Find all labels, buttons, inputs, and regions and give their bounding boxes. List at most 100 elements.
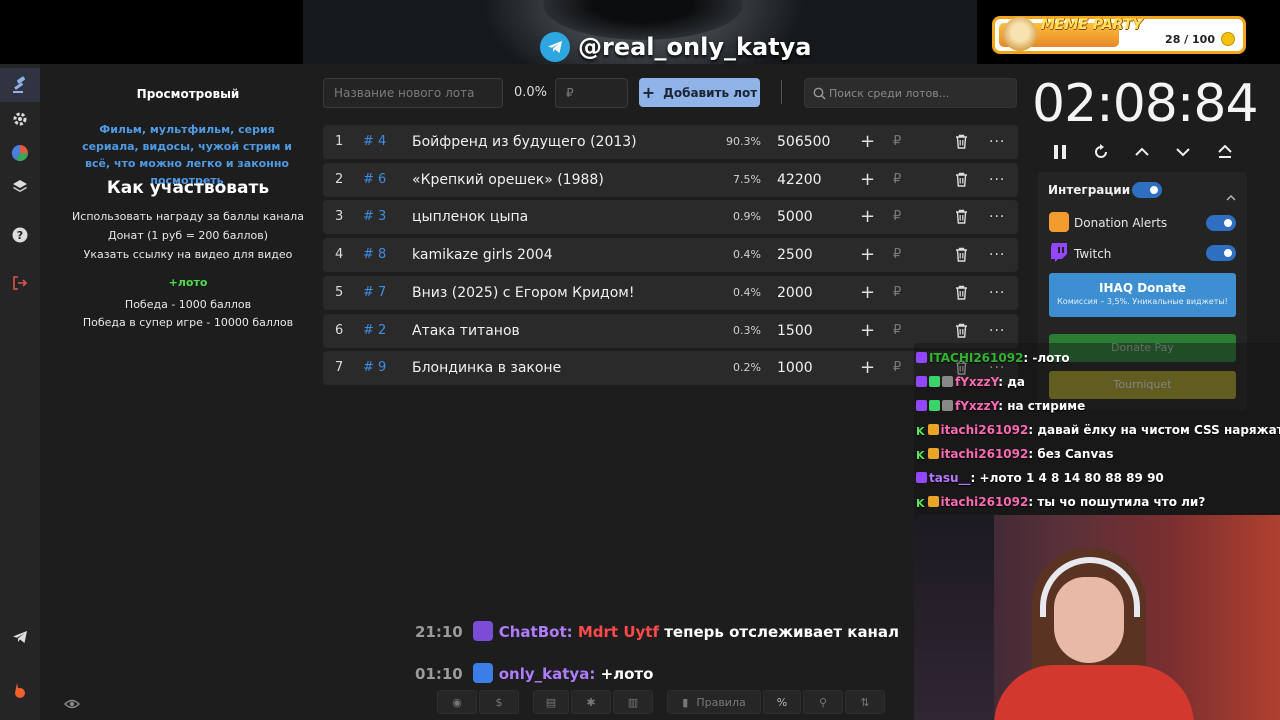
auction-timer: 02:08:84 (1032, 74, 1259, 134)
lot-name[interactable]: kamikaze girls 2004 (412, 238, 553, 272)
lot-index: 1 (335, 134, 344, 149)
percent-button[interactable]: % (763, 690, 801, 714)
lot-name[interactable]: Вниз (2025) с Егором Кридом! (412, 276, 634, 310)
rules-panel: Просмотровый Фильм, мультфильм, серия се… (40, 64, 322, 720)
more-icon[interactable]: ··· (989, 163, 1005, 197)
lot-index: 4 (335, 247, 344, 263)
app-root: @real_only_katya MEME PARTY 28 / 100 ? П… (0, 0, 1280, 720)
reset-icon[interactable] (1089, 140, 1113, 164)
lot-amount-input[interactable]: ₽ (893, 125, 901, 159)
search-input[interactable] (829, 79, 1015, 107)
new-lot-name-input[interactable] (323, 78, 503, 108)
meme-party-widget: MEME PARTY 28 / 100 (992, 16, 1246, 54)
lot-name[interactable]: «Крепкий орешек» (1988) (412, 163, 604, 197)
help-icon[interactable]: ? (0, 218, 40, 252)
add-amount-button[interactable]: + (860, 351, 875, 385)
more-icon[interactable]: ··· (989, 125, 1005, 159)
auction-icon[interactable] (0, 68, 40, 102)
rules-way-1: Использовать награду за баллы канала (72, 210, 304, 223)
delete-icon[interactable] (955, 323, 968, 339)
lot-percent: 0.9% (733, 210, 761, 224)
layers-icon[interactable] (0, 170, 40, 204)
lot-row[interactable]: 4 # 8 kamikaze girls 2004 0.4% 2500 + ₽ ··· (323, 238, 1018, 273)
lot-amount: 2500 (777, 247, 813, 264)
twitch-icon (1049, 242, 1069, 262)
user-message: 01:10 only_katya: +лото (415, 662, 653, 686)
donation-alerts-toggle[interactable] (1206, 215, 1236, 231)
save-icon[interactable]: ▤ (533, 690, 569, 714)
double-up-icon[interactable] (1213, 140, 1237, 164)
telegram-rail-icon[interactable] (0, 620, 40, 654)
sort-icon[interactable]: ⇅ (845, 690, 885, 714)
collapse-icon[interactable] (1226, 186, 1236, 205)
add-amount-button[interactable]: + (860, 238, 875, 272)
webcam-feed (914, 515, 1280, 720)
delete-icon[interactable] (955, 285, 968, 301)
lot-index: 2 (335, 171, 344, 187)
rules-button[interactable]: ▮ Правила (667, 690, 761, 714)
add-amount-button[interactable]: + (860, 125, 875, 159)
lot-search[interactable] (804, 78, 1017, 108)
eye-icon[interactable] (63, 695, 81, 714)
chevron-up-icon[interactable] (1130, 140, 1154, 164)
lot-amount-input[interactable]: ₽ (893, 314, 901, 348)
lot-name[interactable]: Блондинка в законе (412, 351, 561, 385)
lot-amount: 506500 (777, 134, 831, 150)
lot-row[interactable]: 1 # 4 Бойфренд из будущего (2013) 90.3% 5065… (323, 125, 1018, 159)
lot-name[interactable]: цыпленок цыпа (412, 200, 528, 234)
delete-icon[interactable] (955, 172, 968, 188)
lot-amount-input[interactable]: ₽ (893, 276, 901, 310)
github-icon[interactable]: ◉ (437, 690, 477, 714)
lot-row[interactable]: 3 # 3 цыпленок цыпа 0.9% 5000 + ₽ ··· (323, 200, 1018, 235)
lot-row[interactable]: 2 # 6 «Крепкий орешек» (1988) 7.5% 42200 + ₽ ··… (323, 162, 1018, 197)
stream-top-banner: @real_only_katya MEME PARTY 28 / 100 (0, 0, 1280, 64)
bug-icon[interactable]: ✱ (571, 690, 611, 714)
more-icon[interactable]: ··· (989, 276, 1005, 310)
add-amount-button[interactable]: + (860, 314, 875, 348)
integrations-toggle[interactable] (1132, 182, 1162, 198)
new-lot-percent: 0.0% (514, 85, 548, 100)
lot-name[interactable]: Бойфренд из будущего (2013) (412, 125, 637, 159)
settings-icon[interactable] (0, 102, 40, 136)
dollar-icon[interactable]: $ (479, 690, 519, 714)
chevron-down-icon[interactable] (1171, 140, 1195, 164)
add-amount-button[interactable]: + (860, 163, 875, 197)
message-text: +лото (600, 665, 654, 683)
chat-line: Kitachi261092: ты чо пошутила что ли? (916, 495, 1206, 510)
add-amount-button[interactable]: + (860, 276, 875, 310)
lot-amount-input[interactable]: ₽ (893, 238, 901, 272)
more-icon[interactable]: ··· (989, 238, 1005, 272)
twitch-chat-overlay: ITACHI261092: -лото fYxzzY: да fYxzzY: н… (914, 343, 1280, 515)
pie-chart-icon[interactable] (0, 136, 40, 170)
delete-icon[interactable] (955, 247, 968, 263)
chat-line: fYxzzY: на стириме (916, 395, 1085, 417)
integrations-title: Интеграции (1048, 183, 1131, 197)
more-icon[interactable]: ··· (989, 200, 1005, 234)
lot-row[interactable]: 5 # 7 Вниз (2025) с Егором Кридом! 0.4% 2000… (323, 275, 1018, 310)
new-lot-amount-input[interactable] (555, 78, 628, 108)
add-lot-button[interactable]: + Добавить лот (639, 78, 760, 107)
donation-alerts-icon (1049, 212, 1069, 232)
add-amount-button[interactable]: + (860, 200, 875, 234)
lot-amount-input[interactable]: ₽ (893, 200, 901, 234)
lot-amount-input[interactable]: ₽ (893, 351, 901, 385)
lot-percent: 90.3% (726, 135, 761, 148)
rules-button-label: Правила (696, 695, 746, 709)
delete-icon[interactable] (955, 134, 968, 150)
ihaq-donate-button[interactable]: IHAQ Donate Комиссия – 3,5%. Уникальные … (1049, 273, 1236, 317)
lot-amount-input[interactable]: ₽ (893, 163, 901, 197)
trash-icon[interactable]: ▥ (613, 690, 653, 714)
chatbot-message: 21:10 ChatBot: Mdrt Uytf теперь отслежива… (415, 620, 899, 644)
pause-icon[interactable] (1048, 140, 1072, 164)
donation-alerts-label: Donation Alerts (1074, 216, 1168, 230)
boosty-icon[interactable] (0, 674, 40, 708)
pin-icon[interactable]: ⚲ (803, 690, 843, 714)
twitch-toggle[interactable] (1206, 245, 1236, 261)
delete-icon[interactable] (955, 209, 968, 225)
lot-index: 6 (335, 322, 344, 338)
lot-percent: 0.4% (733, 248, 761, 262)
chat-line: Kitachi261092: без Canvas (916, 447, 1114, 462)
lot-name[interactable]: Атака титанов (412, 314, 520, 348)
logout-icon[interactable] (0, 266, 40, 300)
twitch-label: Twitch (1074, 247, 1112, 261)
